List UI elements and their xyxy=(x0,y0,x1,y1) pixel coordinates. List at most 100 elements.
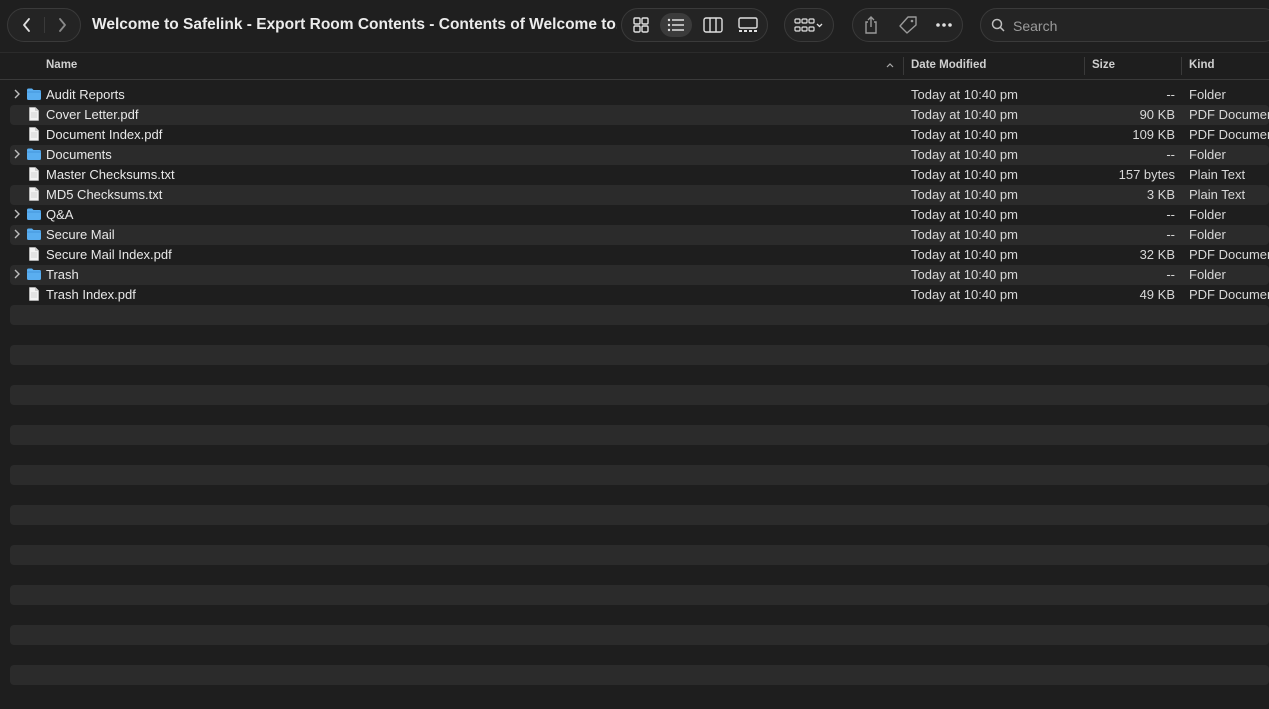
disclosure-chevron-icon[interactable] xyxy=(13,209,21,219)
search-icon xyxy=(991,18,1005,32)
column-header-kind[interactable]: Kind xyxy=(1189,59,1215,71)
folder-row[interactable]: Secure Mail Today at 10:40 pm -- Folder xyxy=(10,225,1269,245)
file-row[interactable]: Master Checksums.txt Today at 10:40 pm 157… xyxy=(10,165,1269,185)
column-header-date-modified[interactable]: Date Modified xyxy=(911,59,986,71)
file-kind: Plain Text xyxy=(1189,167,1246,182)
file-name: Document Index.pdf xyxy=(46,127,163,142)
sort-ascending-icon xyxy=(886,63,894,68)
folder-icon xyxy=(27,268,41,280)
file-kind: Folder xyxy=(1189,227,1226,242)
file-date-modified: Today at 10:40 pm xyxy=(911,167,1018,182)
file-name: Trash Index.pdf xyxy=(46,287,136,302)
column-header-name[interactable]: Name xyxy=(46,59,77,71)
column-view-button[interactable] xyxy=(697,13,729,37)
file-row[interactable]: Document Index.pdf Today at 10:40 pm 109 K… xyxy=(10,125,1269,145)
disclosure-chevron-icon[interactable] xyxy=(13,229,21,239)
columns-icon xyxy=(703,17,723,33)
file-date-modified: Today at 10:40 pm xyxy=(911,267,1018,282)
file-row[interactable]: Cover Letter.pdf Today at 10:40 pm 90 KB PD… xyxy=(10,105,1269,125)
file-date-modified: Today at 10:40 pm xyxy=(911,87,1018,102)
file-size: -- xyxy=(1166,207,1175,222)
file-kind: Folder xyxy=(1189,87,1226,102)
empty-row xyxy=(10,505,1269,525)
file-date-modified: Today at 10:40 pm xyxy=(911,207,1018,222)
empty-row xyxy=(10,445,1269,465)
empty-row xyxy=(10,465,1269,485)
icon-view-button[interactable] xyxy=(625,13,657,37)
column-divider[interactable] xyxy=(1084,57,1085,75)
file-kind: PDF Document xyxy=(1189,127,1269,142)
file-row[interactable]: MD5 Checksums.txt Today at 10:40 pm 3 KB Pl… xyxy=(10,185,1269,205)
file-kind: PDF Document xyxy=(1189,107,1269,122)
file-kind: PDF Document xyxy=(1189,287,1269,302)
empty-row xyxy=(10,405,1269,425)
document-icon xyxy=(29,167,39,181)
file-date-modified: Today at 10:40 pm xyxy=(911,227,1018,242)
empty-row xyxy=(10,585,1269,605)
list-icon xyxy=(667,18,684,32)
empty-row xyxy=(10,605,1269,625)
navigation-group xyxy=(7,8,81,42)
disclosure-chevron-icon[interactable] xyxy=(13,89,21,99)
empty-row xyxy=(10,545,1269,565)
file-name: Documents xyxy=(46,147,112,162)
more-actions-button[interactable] xyxy=(929,13,959,37)
folder-row[interactable]: Audit Reports Today at 10:40 pm -- Folder xyxy=(10,85,1269,105)
folder-row[interactable]: Documents Today at 10:40 pm -- Folder xyxy=(10,145,1269,165)
search-input[interactable] xyxy=(1011,15,1255,37)
search-field[interactable] xyxy=(980,8,1269,42)
empty-row xyxy=(10,665,1269,685)
column-divider[interactable] xyxy=(903,57,904,75)
tag-icon xyxy=(899,16,917,34)
file-date-modified: Today at 10:40 pm xyxy=(911,127,1018,142)
file-date-modified: Today at 10:40 pm xyxy=(911,247,1018,262)
document-icon xyxy=(29,127,39,141)
gallery-view-button[interactable] xyxy=(732,13,764,37)
file-size: -- xyxy=(1166,147,1175,162)
file-name: Secure Mail xyxy=(46,227,115,242)
tag-button[interactable] xyxy=(893,13,923,37)
file-name: Audit Reports xyxy=(46,87,125,102)
ellipsis-icon xyxy=(936,23,952,27)
file-date-modified: Today at 10:40 pm xyxy=(911,287,1018,302)
file-kind: Plain Text xyxy=(1189,187,1246,202)
file-size: -- xyxy=(1166,87,1175,102)
folder-row[interactable]: Q&A Today at 10:40 pm -- Folder xyxy=(10,205,1269,225)
file-kind: Folder xyxy=(1189,147,1226,162)
share-button[interactable] xyxy=(856,13,886,37)
toolbar: Welcome to Safelink - Export Room Conten… xyxy=(0,0,1269,53)
file-size: 49 KB xyxy=(1139,287,1175,302)
folder-row[interactable]: Trash Today at 10:40 pm -- Folder xyxy=(10,265,1269,285)
empty-row xyxy=(10,345,1269,365)
group-by-button[interactable] xyxy=(784,8,834,42)
gallery-icon xyxy=(738,17,758,32)
file-size: 157 bytes xyxy=(1118,167,1175,182)
back-button[interactable] xyxy=(9,9,45,41)
file-size: 109 KB xyxy=(1132,127,1175,142)
file-row[interactable]: Trash Index.pdf Today at 10:40 pm 49 KB PDF… xyxy=(10,285,1269,305)
forward-button[interactable] xyxy=(44,9,80,41)
disclosure-chevron-icon[interactable] xyxy=(13,269,21,279)
folder-icon xyxy=(27,208,41,220)
grid-icon xyxy=(633,17,649,33)
empty-row xyxy=(10,625,1269,645)
folder-icon xyxy=(27,228,41,240)
document-icon xyxy=(29,247,39,261)
column-divider[interactable] xyxy=(1181,57,1182,75)
view-mode-group xyxy=(621,8,768,42)
disclosure-chevron-icon[interactable] xyxy=(13,149,21,159)
file-date-modified: Today at 10:40 pm xyxy=(911,147,1018,162)
column-header-size[interactable]: Size xyxy=(1092,59,1115,71)
file-size: 3 KB xyxy=(1146,187,1175,202)
document-icon xyxy=(29,287,39,301)
file-size: -- xyxy=(1166,267,1175,282)
chevron-right-icon xyxy=(59,18,66,32)
file-kind: Folder xyxy=(1189,207,1226,222)
list-view-button[interactable] xyxy=(660,13,692,37)
empty-row xyxy=(10,485,1269,505)
column-header: Name Date Modified Size Kind xyxy=(0,53,1269,80)
file-row[interactable]: Secure Mail Index.pdf Today at 10:40 pm 32… xyxy=(10,245,1269,265)
empty-row xyxy=(10,325,1269,345)
share-icon xyxy=(865,16,877,34)
empty-row xyxy=(10,565,1269,585)
